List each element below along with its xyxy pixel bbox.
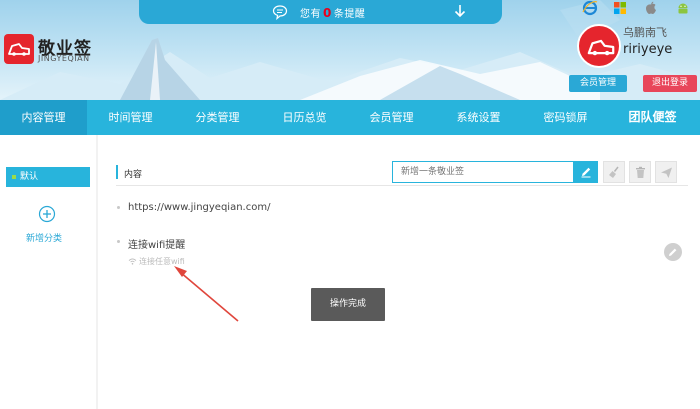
main-nav: 内容管理 时间管理 分类管理 日历总览 会员管理 系统设置 密码锁屏 团队便签 (0, 100, 700, 135)
note-item-wifi[interactable]: 连接wifi提醒 (128, 236, 185, 251)
brand-subtitle: JINGYEQIAN (38, 54, 90, 63)
windows-icon[interactable] (612, 0, 628, 16)
main-area: 默认 新增分类 内容 新增一条敬业签 https://www.jingyeqia… (0, 135, 700, 409)
apple-icon[interactable] (643, 0, 659, 16)
list-bullet (117, 206, 120, 209)
title-accent-bar (116, 165, 118, 179)
nav-item-settings[interactable]: 系统设置 (435, 100, 522, 135)
trash-icon (636, 166, 645, 178)
send-icon (661, 167, 672, 178)
reminder-notice-bar[interactable]: 您有 0 条提醒 (139, 0, 502, 24)
nav-item-lock-screen[interactable]: 密码锁屏 (522, 100, 609, 135)
user-id: ririyeye (623, 42, 673, 57)
list-bullet (117, 240, 120, 243)
ie-icon[interactable] (582, 0, 598, 16)
send-button[interactable] (655, 161, 677, 183)
car-logo-icon (8, 43, 30, 56)
note-wifi-condition: 连接任意wifi (128, 256, 185, 267)
nav-item-member[interactable]: 会员管理 (348, 100, 435, 135)
car-logo-icon (587, 39, 615, 56)
header: 您有 0 条提醒 敬业签 JINGYEQIAN 乌鹏南飞 ririyeye 会员… (0, 0, 700, 100)
new-note-input[interactable] (392, 161, 574, 183)
add-category-button[interactable]: 新增分类 (26, 231, 62, 244)
category-sidebar: 默认 新增分类 (0, 135, 96, 409)
nav-item-calendar[interactable]: 日历总览 (261, 100, 348, 135)
reminder-count: 0 (323, 6, 332, 20)
note-item-url[interactable]: https://www.jingyeqian.com/ (128, 202, 270, 213)
clean-button[interactable] (603, 161, 625, 183)
add-note-button[interactable] (574, 161, 598, 183)
wifi-icon (128, 258, 137, 265)
brand-logo (4, 34, 34, 64)
add-circle-icon[interactable] (38, 205, 56, 223)
chat-bubble-icon (272, 5, 288, 20)
pencil-icon (669, 248, 677, 256)
user-nickname: 乌鹏南飞 (623, 26, 667, 39)
nav-item-content[interactable]: 内容管理 (0, 100, 87, 135)
divider (116, 185, 688, 186)
active-dot (12, 174, 16, 179)
nav-item-category[interactable]: 分类管理 (174, 100, 261, 135)
edit-note-button[interactable] (664, 243, 682, 261)
broom-icon (609, 166, 619, 178)
avatar[interactable] (577, 24, 621, 68)
nav-item-team-notes[interactable]: 团队便签 (609, 100, 696, 135)
category-default[interactable]: 默认 (6, 167, 90, 187)
arrow-down-icon[interactable] (452, 3, 468, 19)
reminder-notice-text: 您有 0 条提醒 (300, 6, 366, 20)
nav-item-time[interactable]: 时间管理 (87, 100, 174, 135)
pencil-icon (581, 167, 591, 178)
content-title: 内容 (124, 170, 143, 180)
member-management-button[interactable]: 会员管理 (569, 75, 627, 92)
logout-button[interactable]: 退出登录 (643, 75, 697, 92)
content-panel: 内容 https:// (98, 135, 700, 409)
android-icon[interactable] (675, 0, 691, 16)
delete-button[interactable] (629, 161, 651, 183)
toast-message: 操作完成 (311, 288, 385, 321)
